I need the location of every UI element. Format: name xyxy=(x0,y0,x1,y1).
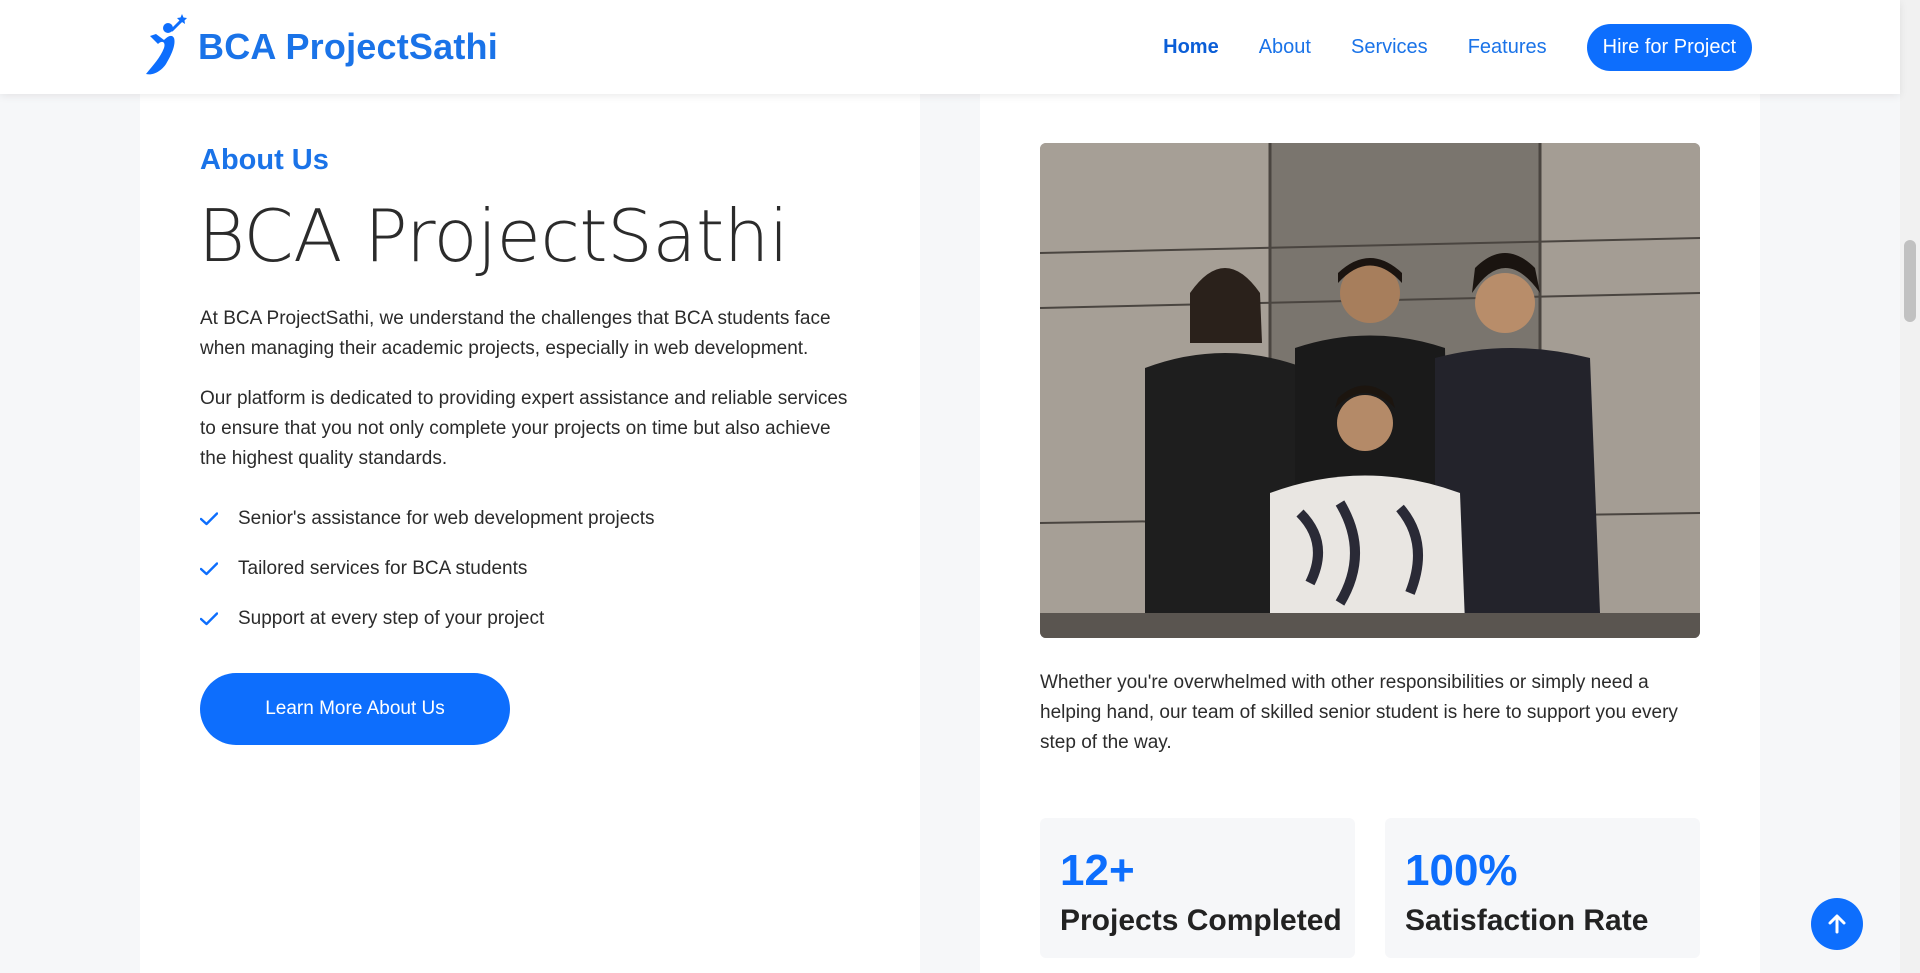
stat-label: Projects Completed xyxy=(1060,904,1342,937)
about-paragraph-2: Our platform is dedicated to providing e… xyxy=(200,388,848,469)
stat-value: 100% xyxy=(1405,846,1518,895)
site-header: BCA ProjectSathi Home About Services Fea… xyxy=(0,0,1900,94)
runner-star-logo-icon xyxy=(146,14,187,75)
back-to-top-button[interactable] xyxy=(1811,898,1863,950)
nav-about[interactable]: About xyxy=(1259,36,1311,59)
team-photo-illustration xyxy=(1040,143,1700,638)
about-card: About Us BCA ProjectSathi At BCA Project… xyxy=(140,94,920,973)
nav-home[interactable]: Home xyxy=(1163,36,1219,59)
feature-checklist: Senior's assistance for web development … xyxy=(200,494,655,644)
scrollbar-thumb[interactable] xyxy=(1904,240,1916,322)
check-icon xyxy=(200,612,218,626)
stat-card-projects: 12+ Projects Completed xyxy=(1040,818,1355,958)
team-card: Whether you're overwhelmed with other re… xyxy=(980,94,1760,973)
check-icon xyxy=(200,562,218,576)
checklist-item: Tailored services for BCA students xyxy=(200,544,655,594)
check-icon xyxy=(200,512,218,526)
brand-link[interactable]: BCA ProjectSathi xyxy=(138,14,498,80)
page-scrollbar[interactable] xyxy=(1900,0,1920,973)
nav-services[interactable]: Services xyxy=(1351,36,1428,59)
main-nav: Home About Services Features Hire for Pr… xyxy=(1123,24,1752,71)
hire-for-project-button[interactable]: Hire for Project xyxy=(1586,24,1752,71)
learn-more-button[interactable]: Learn More About Us xyxy=(200,673,510,745)
stat-value: 12+ xyxy=(1060,846,1135,895)
checklist-item-text: Senior's assistance for web development … xyxy=(238,508,655,529)
stat-card-satisfaction: 100% Satisfaction Rate xyxy=(1385,818,1700,958)
arrow-up-icon xyxy=(1828,914,1846,934)
checklist-item-text: Tailored services for BCA students xyxy=(238,558,528,579)
about-title: BCA ProjectSathi xyxy=(198,194,789,278)
checklist-item: Senior's assistance for web development … xyxy=(200,494,655,544)
checklist-item: Support at every step of your project xyxy=(200,594,655,644)
nav-features[interactable]: Features xyxy=(1468,36,1547,59)
about-paragraph-1: At BCA ProjectSathi, we understand the c… xyxy=(200,308,831,359)
stat-label: Satisfaction Rate xyxy=(1405,904,1649,937)
section-label: About Us xyxy=(200,144,329,176)
team-photo xyxy=(1040,143,1700,638)
brand-name: BCA ProjectSathi xyxy=(198,26,498,67)
team-paragraph: Whether you're overwhelmed with other re… xyxy=(1040,672,1678,753)
checklist-item-text: Support at every step of your project xyxy=(238,608,545,629)
